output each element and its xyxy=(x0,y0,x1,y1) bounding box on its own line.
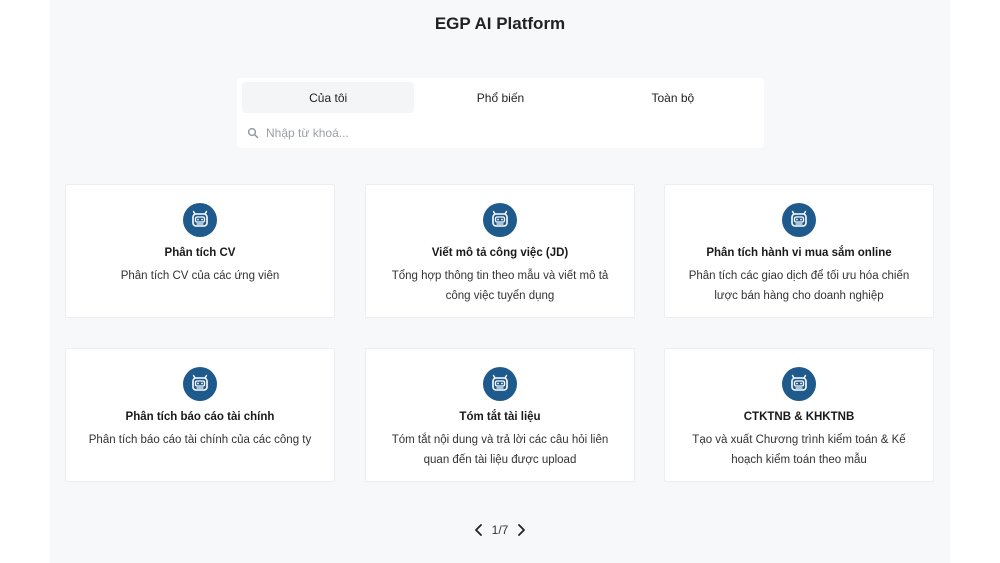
card-cv-analysis[interactable]: Phân tích CV Phân tích CV của các ứng vi… xyxy=(65,184,335,318)
tab-popular[interactable]: Phổ biến xyxy=(414,82,586,113)
card-title: Phân tích báo cáo tài chính xyxy=(125,411,275,423)
card-job-description[interactable]: Viết mô tả công việc (JD) Tổng hợp thông… xyxy=(365,184,635,318)
prev-page-button[interactable] xyxy=(470,521,488,539)
search-bar xyxy=(247,122,752,144)
next-page-button[interactable] xyxy=(512,521,530,539)
card-title: Phân tích hành vi mua sắm online xyxy=(706,247,892,259)
app-container: EGP AI Platform Của tôi Phổ biến Toàn bộ xyxy=(50,0,950,563)
robot-icon xyxy=(183,203,217,237)
page-title: EGP AI Platform xyxy=(434,14,566,33)
robot-icon xyxy=(782,203,816,237)
card-description: Phân tích các giao dịch để tối ưu hóa ch… xyxy=(688,270,910,302)
pagination: 1/7 xyxy=(50,521,950,539)
tab-mine[interactable]: Của tôi xyxy=(242,82,415,113)
card-description: Phân tích CV của các ứng viên xyxy=(120,270,280,282)
card-description: Phân tích báo cáo tài chính của các công… xyxy=(88,434,312,446)
card-shopping-behavior[interactable]: Phân tích hành vi mua sắm online Phân tí… xyxy=(664,184,934,318)
robot-icon xyxy=(483,367,517,401)
card-description: Tổng hợp thông tin theo mẫu và viết mô t… xyxy=(391,270,609,302)
card-document-summary[interactable]: Tóm tắt tài liệu Tóm tắt nội dung và trả… xyxy=(365,348,635,482)
chevron-right-icon xyxy=(518,524,526,536)
robot-icon xyxy=(183,367,217,401)
robot-icon xyxy=(483,203,517,237)
chevron-left-icon xyxy=(474,524,482,536)
robot-icon xyxy=(782,367,816,401)
card-title: CTKTNB & KHKTNB xyxy=(743,411,855,423)
card-audit-program[interactable]: CTKTNB & KHKTNB Tạo và xuất Chương trình… xyxy=(664,348,934,482)
card-title: Viết mô tả công việc (JD) xyxy=(431,247,569,259)
card-financial-report[interactable]: Phân tích báo cáo tài chính Phân tích bá… xyxy=(65,348,335,482)
card-description: Tóm tắt nội dung và trả lời các câu hỏi … xyxy=(391,434,609,466)
page-indicator: 1/7 xyxy=(491,523,509,537)
card-title: Phân tích CV xyxy=(164,247,236,259)
card-description: Tạo và xuất Chương trình kiểm toán & Kế … xyxy=(692,434,906,466)
search-icon xyxy=(247,127,259,139)
tabs-panel: Của tôi Phổ biến Toàn bộ xyxy=(237,78,764,148)
card-title: Tóm tắt tài liệu xyxy=(459,411,541,423)
tab-bar: Của tôi Phổ biến Toàn bộ xyxy=(242,82,759,113)
tab-all[interactable]: Toàn bộ xyxy=(587,82,759,113)
search-input[interactable] xyxy=(266,126,736,140)
